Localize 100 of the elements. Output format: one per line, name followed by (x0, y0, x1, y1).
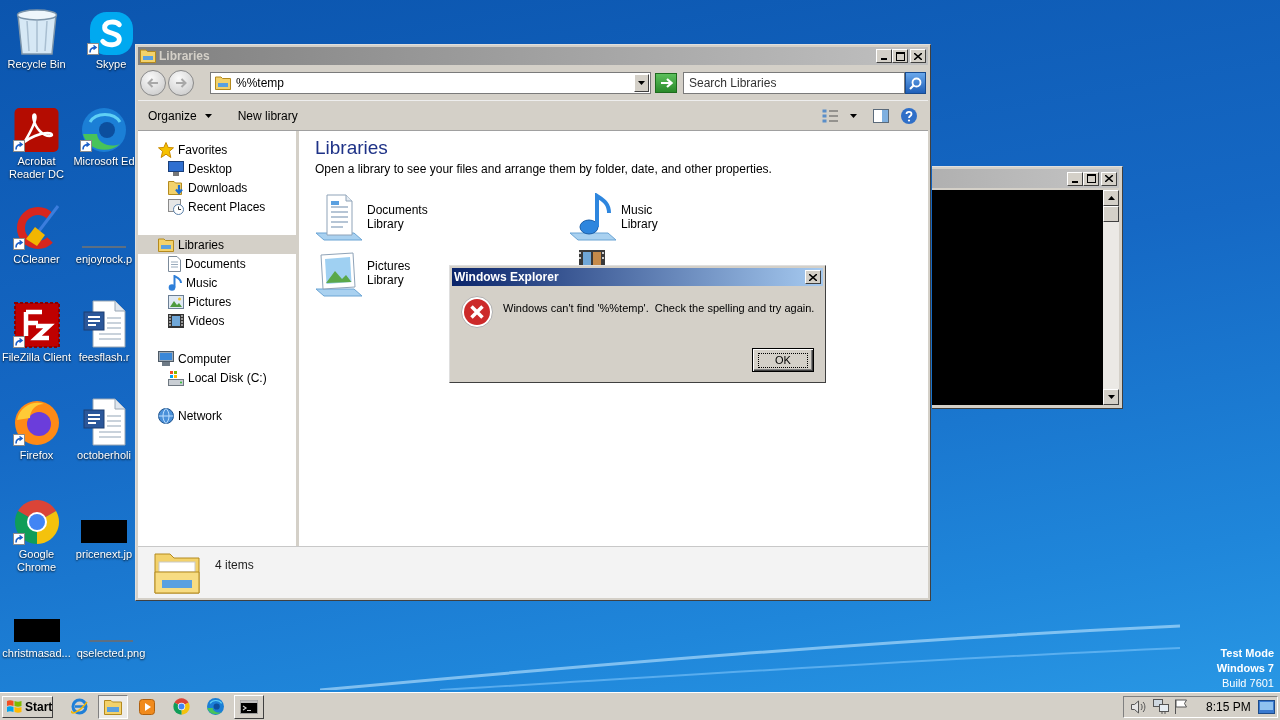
toolbar-button[interactable]: Organize (142, 103, 218, 128)
desktop-icon-label[interactable]: pricenext.jp (75, 548, 133, 561)
close-button[interactable] (910, 49, 926, 63)
scroll-thumb[interactable] (1103, 206, 1119, 222)
media-player-icon[interactable] (139, 698, 155, 715)
library-folder-icon (158, 237, 174, 252)
nav-item[interactable]: Libraries (138, 235, 296, 254)
folder-icon (104, 698, 122, 715)
pictures-library-icon (315, 249, 363, 297)
skype-icon[interactable] (89, 12, 133, 55)
minimize-button[interactable] (876, 49, 892, 63)
minimize-icon (1072, 180, 1078, 183)
search-button[interactable] (905, 72, 926, 94)
recent-places-icon (168, 198, 184, 215)
library-folder-icon (140, 49, 156, 63)
flag-icon[interactable] (1174, 699, 1188, 714)
library-folder-icon (154, 550, 200, 594)
scroll-down-button[interactable] (1103, 389, 1119, 405)
scroll-up-button[interactable] (1103, 190, 1119, 206)
os-name-label: Windows 7 (1216, 661, 1274, 676)
windows-logo-icon (6, 699, 22, 714)
network-icon (158, 407, 174, 424)
firefox-icon[interactable] (13, 400, 60, 446)
music-note-icon (168, 274, 182, 291)
toolbar-button[interactable]: New library (231, 103, 304, 128)
close-button[interactable] (1101, 171, 1117, 186)
network-icon[interactable] (1153, 699, 1169, 714)
desktop-icon (168, 161, 184, 176)
address-bar[interactable]: %%temp (210, 72, 651, 94)
desktop-icon-label[interactable]: Google Chrome (0, 548, 73, 574)
page-heading: Libraries (315, 137, 389, 159)
caret-down-icon[interactable] (850, 113, 857, 118)
show-desktop-icon[interactable] (1258, 699, 1275, 714)
speaker-icon[interactable] (1131, 699, 1146, 714)
desktop-icon-label[interactable]: FileZilla Client (1, 351, 72, 364)
word-document-icon[interactable] (82, 398, 126, 446)
address-field[interactable]: %%temp (236, 74, 634, 92)
item-count: 4 items (215, 557, 254, 574)
arrow-right-icon (659, 78, 673, 88)
internet-explorer-icon[interactable] (70, 698, 88, 715)
desktop-icon-label[interactable]: Skype (95, 58, 127, 71)
help-icon[interactable] (901, 107, 917, 124)
acrobat-icon[interactable] (14, 108, 59, 152)
desktop-icon-label[interactable]: Firefox (19, 449, 54, 462)
desktop-icon-label[interactable]: Recycle Bin (7, 58, 66, 71)
close-icon (809, 273, 817, 281)
desktop-icon-label[interactable]: octoberholi (77, 449, 131, 462)
scrollbar-track[interactable] (1103, 190, 1119, 405)
filezilla-icon[interactable] (13, 302, 60, 348)
search-field[interactable]: Search Libraries (683, 72, 905, 94)
computer-icon (158, 351, 174, 366)
desktop-icon-label[interactable]: qselected.png (76, 647, 146, 660)
ok-button[interactable]: OK (752, 348, 814, 372)
chrome-icon[interactable] (13, 499, 60, 545)
back-button[interactable] (140, 70, 166, 96)
error-icon (461, 296, 493, 328)
go-button[interactable] (655, 73, 677, 93)
film-icon (168, 313, 184, 328)
caret-up-icon (1107, 196, 1115, 200)
build-label: Build 7601 (1222, 676, 1274, 691)
recycle-bin-icon[interactable] (15, 9, 58, 55)
library-item[interactable]: Music Library (569, 193, 658, 241)
desktop-icon-label[interactable]: Microsoft Ed (73, 155, 135, 168)
maximize-button[interactable] (1083, 171, 1099, 186)
word-document-icon[interactable] (82, 300, 126, 348)
library-item[interactable]: Pictures Library (315, 249, 411, 297)
minimize-button[interactable] (1067, 171, 1083, 186)
forward-button[interactable] (168, 70, 194, 96)
edge-icon[interactable] (82, 108, 126, 152)
music-library-icon (569, 193, 617, 241)
test-mode-label: Test Mode (1220, 646, 1274, 661)
edge-icon[interactable] (206, 698, 224, 715)
search-icon (909, 76, 922, 90)
command-prompt-icon (240, 699, 258, 714)
close-button[interactable] (805, 270, 821, 284)
desktop-icon-label[interactable]: christmasad... (2, 647, 71, 660)
caret-down-icon (638, 81, 645, 85)
image-thumbnail[interactable] (13, 619, 60, 642)
library-item[interactable]: Documents Library (315, 193, 428, 241)
desktop-icon-label[interactable]: Acrobat Reader DC (0, 155, 73, 181)
dialog-title: Windows Explorer (454, 270, 559, 284)
address-dropdown-button[interactable] (634, 74, 649, 92)
caret-down-icon (1107, 395, 1115, 399)
clock[interactable]: 8:15 PM (1206, 697, 1251, 716)
maximize-icon (1086, 174, 1096, 183)
minimize-icon (881, 58, 887, 60)
desktop-icon-label[interactable]: enjoyrock.p (75, 253, 133, 266)
desktop-icon-label[interactable]: CCleaner (13, 253, 60, 266)
maximize-button[interactable] (892, 49, 908, 63)
close-icon (1105, 175, 1113, 182)
documents-library-icon (315, 193, 363, 241)
disk-drive-icon (168, 369, 184, 386)
chrome-icon[interactable] (172, 698, 190, 715)
star-icon (158, 141, 174, 158)
start-button[interactable]: Start (2, 695, 53, 718)
page-description: Open a library to see your files and arrange them by folder, date, and other properties. (315, 162, 773, 177)
preview-pane-icon[interactable] (873, 108, 889, 123)
image-thumbnail[interactable] (81, 520, 127, 543)
desktop-icon-label[interactable]: feesflash.r (78, 351, 130, 364)
window-title: Libraries (159, 49, 210, 63)
